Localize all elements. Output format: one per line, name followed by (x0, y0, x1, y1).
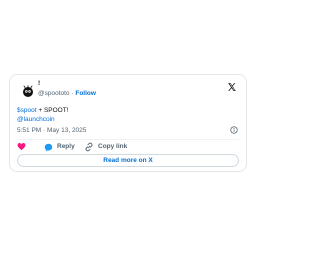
mention-link[interactable]: @launchcoin (17, 116, 55, 123)
tweet-meta: 5:51 PM · May 13, 2025 (17, 126, 238, 135)
tweet-time[interactable]: 5:51 PM (17, 127, 41, 134)
divider (17, 139, 239, 140)
copy-link-button[interactable]: Copy link (84, 142, 127, 152)
cashtag-link[interactable]: $spoot (17, 107, 37, 114)
tweet-embed-card: ! @spoototo · Follow $spoot + SPOOT! @la… (9, 74, 247, 172)
reply-button[interactable]: Reply (44, 142, 75, 152)
follow-button[interactable]: Follow (75, 90, 96, 97)
x-logo-icon[interactable] (227, 82, 237, 92)
tweet-header: ! @spoototo · Follow (10, 75, 246, 103)
copy-link-label: Copy link (98, 143, 128, 150)
tweet-text-line-2: @launchcoin (17, 115, 69, 124)
meta-separator: · (43, 127, 46, 134)
speech-bubble-icon (44, 143, 53, 151)
tweet-actions: Reply Copy link (17, 142, 239, 152)
author-display-name[interactable]: ! (38, 80, 40, 88)
like-button[interactable] (17, 142, 26, 151)
tweet-text-main: + SPOOT! (36, 107, 69, 114)
avatar-image (23, 85, 33, 97)
avatar[interactable] (20, 83, 36, 99)
tweet-date[interactable]: May 13, 2025 (47, 127, 86, 134)
tweet-text: $spoot + SPOOT! @launchcoin (17, 106, 69, 124)
read-more-button[interactable]: Read more on X (17, 154, 239, 167)
tweet-text-line-1: $spoot + SPOOT! (17, 106, 69, 115)
author-handle-row: @spoototo · Follow (38, 90, 96, 98)
info-icon[interactable] (230, 126, 238, 134)
handle-separator: · (71, 90, 74, 97)
reply-label: Reply (57, 143, 75, 150)
link-icon (85, 142, 93, 152)
author-handle[interactable]: @spoototo (38, 90, 70, 97)
heart-icon (17, 143, 26, 151)
